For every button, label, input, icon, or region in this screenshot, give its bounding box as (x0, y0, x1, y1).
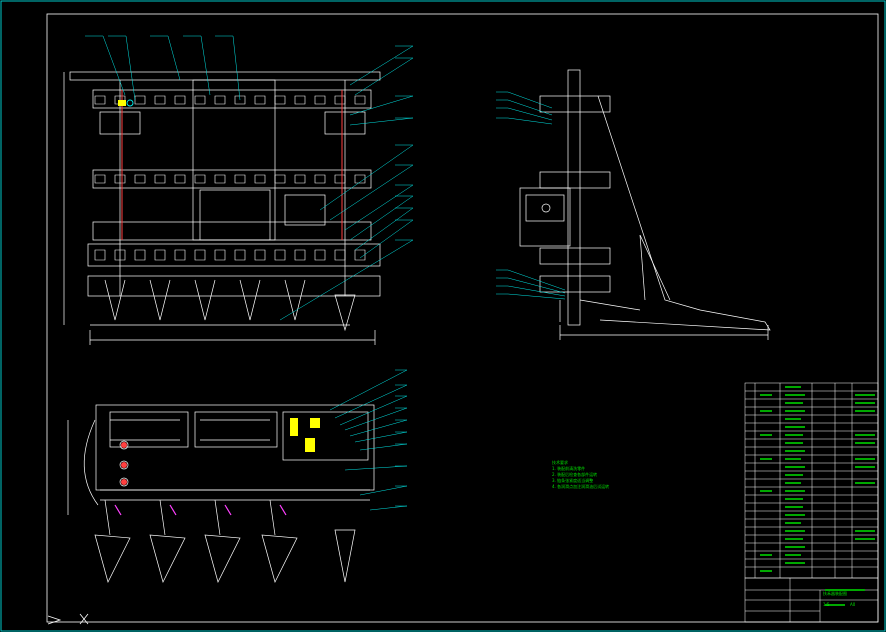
top-view (67, 404, 375, 583)
parts-list-text-marks (760, 386, 875, 606)
top-view-accents (114, 418, 320, 516)
side-leaders (496, 91, 566, 300)
parts-list (744, 382, 879, 579)
side-view (519, 69, 771, 340)
ucs-origin-icon (47, 613, 89, 625)
note-item-4: 4. 各润滑点加注润滑油后试运转 (552, 484, 610, 489)
front-view (63, 71, 381, 345)
inner-border (46, 13, 879, 623)
technical-notes: 技术要求 1. 装配前清洗零件 2. 装配后检查各部件运转 3. 链条张紧度适当… (552, 460, 609, 490)
front-color-accents (118, 90, 343, 240)
outer-border (0, 0, 886, 632)
title-block (744, 577, 879, 623)
front-leaders (85, 35, 414, 321)
drawing-scale: 1:5 (823, 602, 830, 607)
drawing-title: 扶禾器装配图 (823, 591, 847, 596)
front-dividers (104, 279, 356, 332)
drawing-sheet: A0 (850, 602, 856, 607)
front-chain-links (94, 95, 366, 261)
top-leaders (329, 369, 408, 511)
cad-drawing (0, 0, 886, 632)
